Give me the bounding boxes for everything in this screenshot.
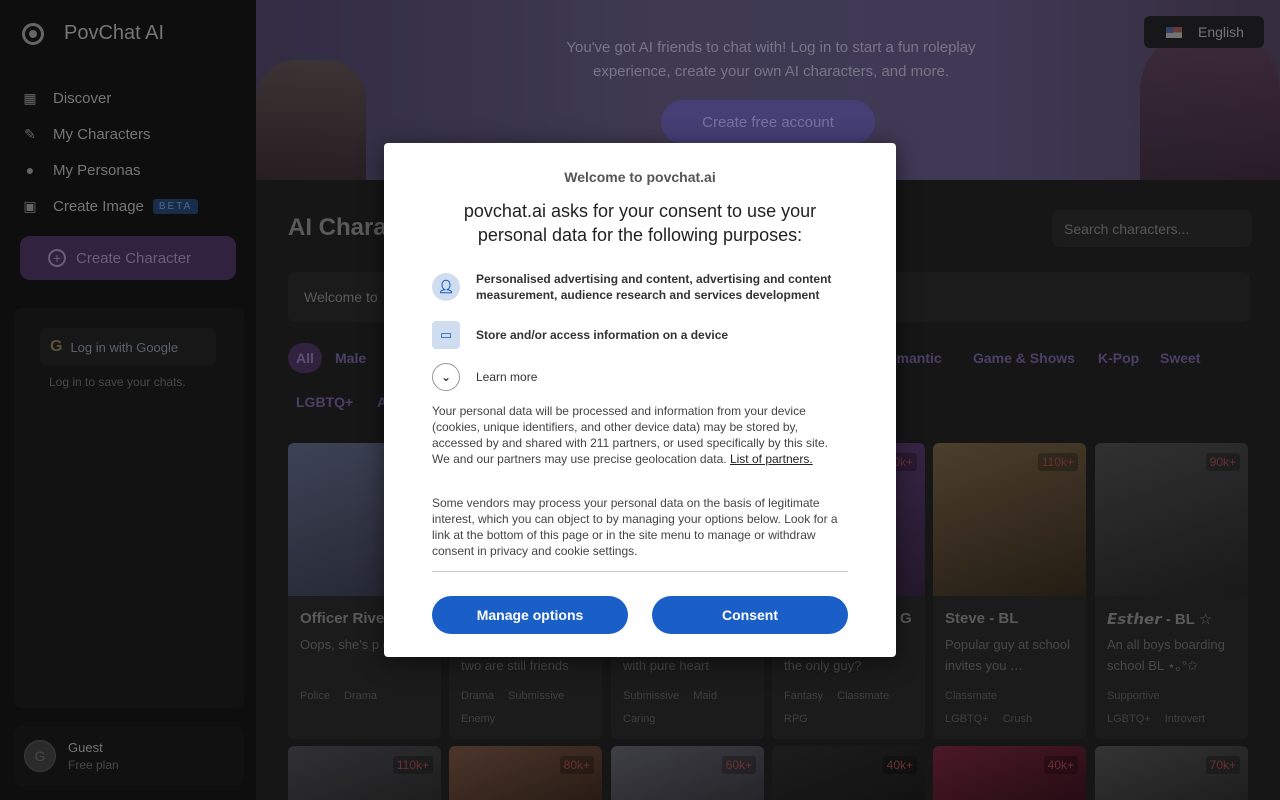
chevron-down-icon: ⌄	[432, 363, 460, 391]
consent-title: povchat.ai asks for your consent to use …	[463, 201, 817, 245]
manage-options-button[interactable]: Manage options	[432, 596, 628, 634]
consent-button[interactable]: Consent	[652, 596, 848, 634]
consent-dialog: Welcome to povchat.ai povchat.ai asks fo…	[384, 143, 896, 657]
purpose-text: Store and/or access information on a dev…	[476, 328, 729, 342]
consent-purpose-device: ▭ Store and/or access information on a d…	[432, 321, 848, 349]
partners-link[interactable]: List of partners.	[730, 452, 813, 466]
consent-paragraph-data: Your personal data will be processed and…	[432, 403, 848, 467]
learn-more-label: Learn more	[476, 370, 538, 384]
consent-paragraph-vendors: Some vendors may process your personal d…	[432, 496, 838, 558]
person-icon: 👤︎	[432, 273, 460, 301]
learn-more-toggle[interactable]: ⌄ Learn more	[432, 363, 537, 391]
consent-purpose-ads: 👤︎ Personalised advertising and content,…	[432, 271, 848, 303]
consent-welcome: Welcome to povchat.ai	[564, 169, 716, 185]
purpose-text: Personalised advertising and content, ad…	[476, 272, 832, 302]
devices-icon: ▭	[432, 321, 460, 349]
divider	[432, 571, 848, 572]
